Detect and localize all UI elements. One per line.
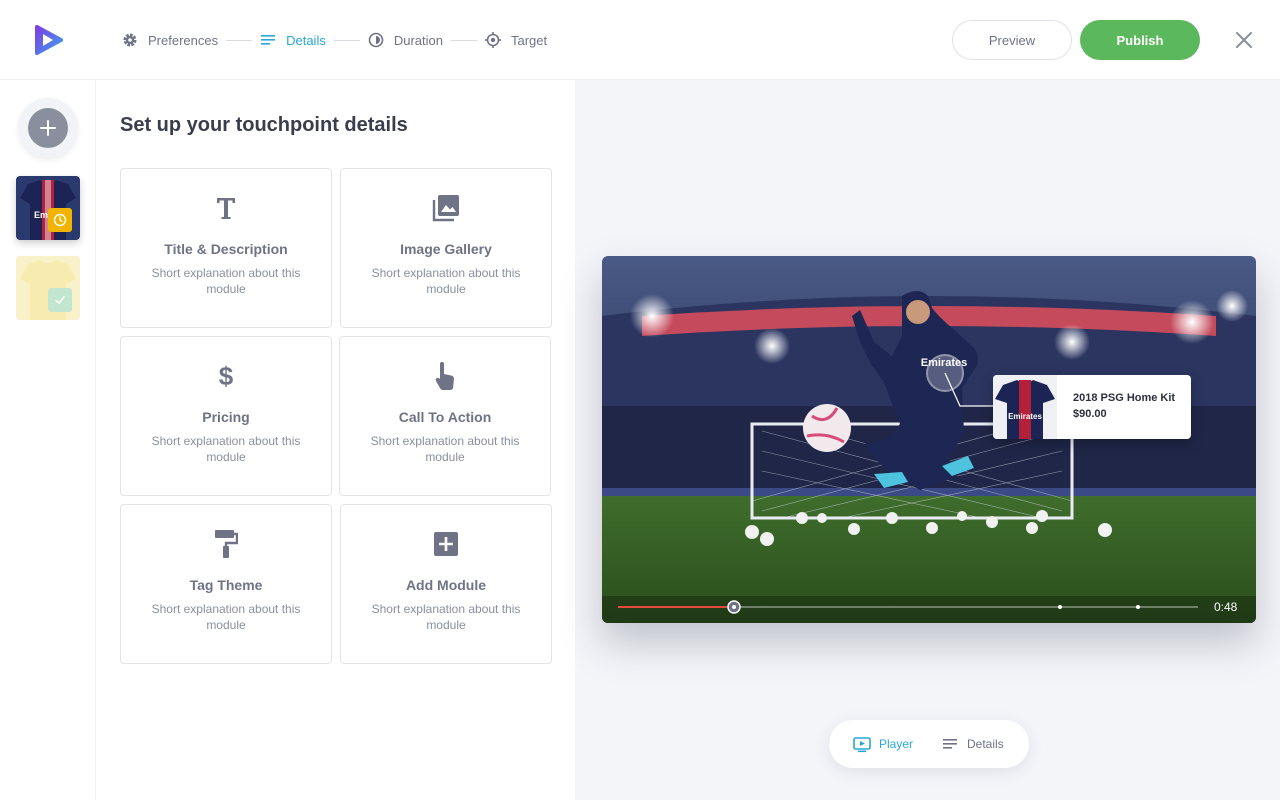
step-label: Preferences [148,32,219,48]
module-title: Image Gallery [400,241,492,257]
toggle-player[interactable]: Player [853,735,913,753]
clock-icon [53,213,67,227]
module-desc: Short explanation about this module [371,266,521,296]
step-preferences[interactable]: Preferences [122,32,218,48]
module-desc: Short explanation about this module [370,434,520,464]
publish-button[interactable]: Publish [1080,20,1200,60]
module-desc: Short explanation about this module [151,602,301,632]
timeline-scrubber-dot [732,605,736,609]
module-title: Title & Description [164,241,288,257]
touchpoint-thumbnail-psg-kit[interactable]: Emirat [16,176,80,240]
plus-icon [40,120,56,136]
module-title: Add Module [405,577,487,593]
toggle-player-label: Player [879,737,914,751]
module-desc: Short explanation about this module [151,266,301,296]
pointer-hand-icon [430,361,460,391]
add-touchpoint-button[interactable] [18,98,78,158]
paint-roller-icon [211,529,241,559]
video-player[interactable]: Emirates Emirates 2018 PSG Home Kit $90.… [602,256,1256,623]
module-title: Pricing [202,409,250,425]
timeline-marker [1058,605,1062,609]
toggle-details-label: Details [967,737,1004,751]
module-desc: Short explanation about this module [151,434,301,464]
module-card-call-to-action[interactable]: Call To Action Short explanation about t… [339,336,551,496]
preview-area: Emirates Emirates 2018 PSG Home Kit $90.… [575,80,1280,800]
wizard-steps: Preferences Details Duration Target [122,30,547,50]
details-lines-icon [260,32,276,48]
published-check-badge [48,288,72,312]
step-connector [226,39,253,41]
module-card-title-description[interactable]: Title & Description Short explanation ab… [120,168,332,328]
toggle-details[interactable]: Details [941,735,1004,753]
module-card-add-module[interactable]: Add Module Short explanation about this … [340,504,552,664]
touchpoint-thumbnail-away-kit[interactable] [16,256,80,320]
player-screen-icon [853,735,871,753]
details-lines-icon [941,735,959,753]
close-icon[interactable] [1232,28,1256,52]
top-bar: Preferences Details Duration Target Prev… [0,0,1280,80]
plus-circle [28,108,68,148]
step-duration[interactable]: Duration [368,32,443,48]
dollar-icon: $ [211,361,241,391]
plus-square-icon [431,529,461,559]
step-label: Details [286,32,326,48]
preview-button[interactable]: Preview [952,20,1072,60]
touchpoint-rail: Emirat [0,80,96,800]
duration-clock-icon [368,32,384,48]
step-details[interactable]: Details [260,32,326,48]
step-connector [333,39,360,41]
view-toggle: Player Details [829,720,1029,768]
target-icon [484,32,501,48]
details-panel: Set up your touchpoint details Title & D… [96,80,575,800]
video-time: 0:48 [1214,600,1238,614]
timeline-marker [1136,605,1140,609]
step-label: Duration [393,32,443,48]
check-icon [55,296,65,305]
module-card-image-gallery[interactable]: Image Gallery Short explanation about th… [340,168,552,328]
panel-title: Set up your touchpoint details [120,114,408,136]
app-logo-icon[interactable] [34,24,64,56]
step-label: Target [510,32,548,48]
module-card-pricing[interactable]: $ Pricing Short explanation about this m… [120,336,332,496]
scheduled-clock-badge [48,208,72,232]
step-target[interactable]: Target [484,32,548,48]
module-desc: Short explanation about this module [371,602,521,632]
module-title: Tag Theme [189,577,263,593]
module-title: Call To Action [398,409,492,425]
svg-text:$: $ [219,362,234,390]
video-timeline[interactable] [602,256,1256,623]
step-connector [450,39,477,41]
module-card-tag-theme[interactable]: Tag Theme Short explanation about this m… [120,504,332,664]
image-gallery-icon [431,193,461,223]
timeline-progress [618,606,734,608]
gear-icon [122,32,138,48]
text-t-icon [211,193,241,223]
